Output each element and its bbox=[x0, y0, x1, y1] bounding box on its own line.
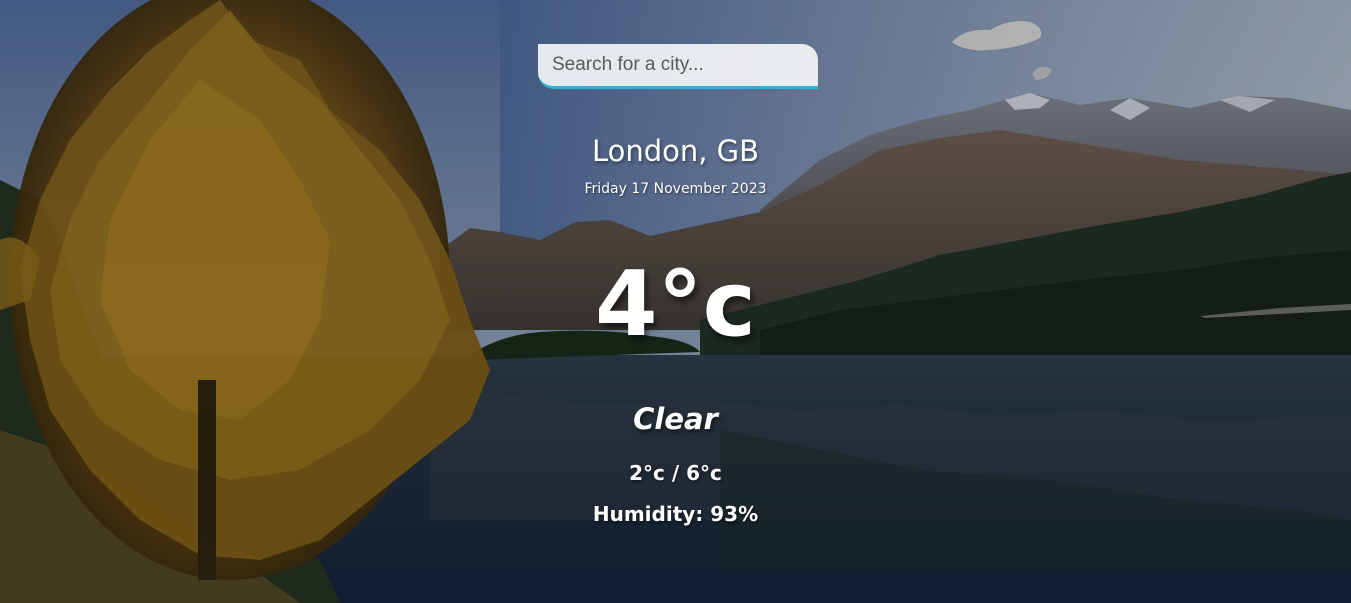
current-temperature: 4°c bbox=[595, 252, 756, 357]
search-container bbox=[538, 44, 818, 89]
weather-condition: Clear bbox=[633, 402, 718, 436]
temperature-low-high: 2°c / 6°c bbox=[629, 461, 722, 485]
humidity-value: Humidity: 93% bbox=[592, 502, 759, 526]
city-search-input[interactable] bbox=[538, 44, 818, 89]
current-date: Friday 17 November 2023 bbox=[584, 181, 767, 197]
city-country-label: London, GB bbox=[591, 134, 760, 168]
weather-app: London, GB Friday 17 November 2023 4°c C… bbox=[0, 0, 1351, 603]
